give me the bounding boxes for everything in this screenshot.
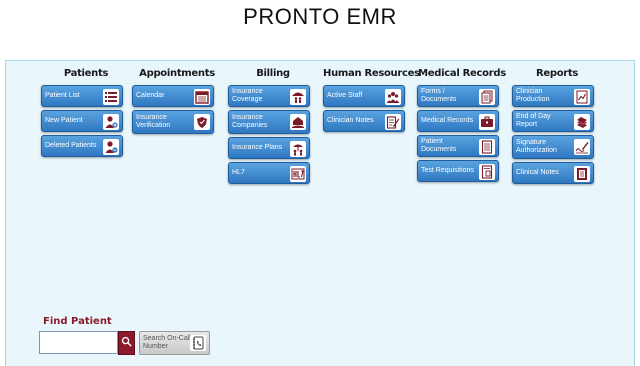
button-label: Clinical Notes <box>516 169 559 176</box>
documents-icon <box>479 89 495 105</box>
button-label: Clinician Production <box>516 88 550 103</box>
add-person-icon <box>103 114 119 130</box>
hl7-icon <box>290 166 306 182</box>
button-label: Insurance Plans <box>232 144 283 151</box>
page-title: PRONTO EMR <box>243 4 397 29</box>
calendar-button[interactable]: Calendar <box>132 85 214 107</box>
clinical-notes-button[interactable]: Clinical Notes <box>512 162 594 184</box>
signature-pen-icon <box>574 139 590 155</box>
button-label: Medical Records <box>421 117 474 124</box>
deleted-patients-button[interactable]: Deleted Patients <box>41 135 123 157</box>
column-title-appointments: Appointments <box>139 68 215 79</box>
insurance-plans-button[interactable]: Insurance Plans <box>228 137 310 159</box>
test-requisitions-button[interactable]: Test Requisitions <box>417 160 499 182</box>
remove-person-icon <box>103 139 119 155</box>
list-icon <box>103 89 119 105</box>
column-title-reports: Reports <box>535 68 579 79</box>
button-label: Calendar <box>136 92 165 99</box>
button-label: Active Staff <box>327 92 363 99</box>
menu-column-patients: Patients Patient List New Patient Delete… <box>41 66 131 157</box>
column-title-medical-records: Medical Records <box>418 68 506 79</box>
menu-column-medical-records: Medical Records Forms / Documents Medica… <box>417 66 507 182</box>
clinician-production-button[interactable]: Clinician Production <box>512 85 594 107</box>
column-title-billing: Billing <box>256 68 290 79</box>
search-icon <box>121 334 132 352</box>
button-label: Patient List <box>45 92 80 99</box>
patient-list-button[interactable]: Patient List <box>41 85 123 107</box>
staff-group-icon <box>385 89 401 105</box>
button-label: New Patient <box>45 117 83 124</box>
stack-papers-icon <box>574 114 590 130</box>
column-title-patients: Patients <box>63 68 109 79</box>
button-label: End of Day Report <box>516 113 551 128</box>
active-staff-button[interactable]: Active Staff <box>323 85 405 107</box>
column-title-human-resources: Human Resources <box>323 68 420 79</box>
briefcase-icon <box>479 114 495 130</box>
menu-column-reports: Reports Clinician Production End of Day … <box>512 66 602 184</box>
forms-documents-button[interactable]: Forms / Documents <box>417 85 499 107</box>
signature-authorization-button[interactable]: Signature Authorization <box>512 135 594 159</box>
menu-column-billing: Billing Insurance Coverage Insurance Com… <box>228 66 318 184</box>
house-hand-icon <box>290 114 306 130</box>
button-label: HL7 <box>232 169 245 176</box>
insurance-verification-button[interactable]: Insurance Verification <box>132 110 214 134</box>
button-label: Patient Documents <box>421 138 457 153</box>
insurance-companies-button[interactable]: Insurance Companies <box>228 110 310 134</box>
find-patient-input[interactable] <box>39 331 118 354</box>
calendar-icon <box>194 89 210 105</box>
menu-column-human-resources: Human Resources Active Staff Clinician N… <box>323 66 420 132</box>
button-label: Signature Authorization <box>516 139 557 154</box>
insurance-coverage-button[interactable]: Insurance Coverage <box>228 85 310 107</box>
hl7-button[interactable]: HL7 <box>228 162 310 184</box>
button-label: Insurance Coverage <box>232 88 263 103</box>
medical-records-button[interactable]: Medical Records <box>417 110 499 132</box>
patient-documents-button[interactable]: Patient Documents <box>417 135 499 157</box>
clinician-notes-hr-button[interactable]: Clinician Notes <box>323 110 405 132</box>
button-label: Insurance Verification <box>136 114 171 129</box>
end-of-day-report-button[interactable]: End of Day Report <box>512 110 594 132</box>
button-label: Deleted Patients <box>45 142 97 149</box>
test-form-icon <box>479 164 495 180</box>
notepad-pencil-icon <box>385 114 401 130</box>
button-label: Forms / Documents <box>421 88 457 103</box>
menu-column-appointments: Appointments Calendar Insurance Verifica… <box>132 66 222 134</box>
umbrella-family-icon <box>290 89 306 105</box>
button-label: Search On-Call Number <box>143 335 191 350</box>
search-on-call-number-button[interactable]: Search On-Call Number <box>139 331 210 355</box>
document-lines-icon <box>479 139 495 155</box>
search-button[interactable] <box>118 331 135 355</box>
button-label: Test Requisitions <box>421 167 474 174</box>
umbrella-people-icon <box>290 141 306 157</box>
find-patient-label: Find Patient <box>43 316 112 327</box>
button-label: Clinician Notes <box>327 117 374 124</box>
notes-book-icon <box>574 166 590 182</box>
phone-book-icon <box>190 335 206 351</box>
chart-report-icon <box>574 89 590 105</box>
insurance-hands-icon <box>194 114 210 130</box>
new-patient-button[interactable]: New Patient <box>41 110 123 132</box>
button-label: Insurance Companies <box>232 114 268 129</box>
